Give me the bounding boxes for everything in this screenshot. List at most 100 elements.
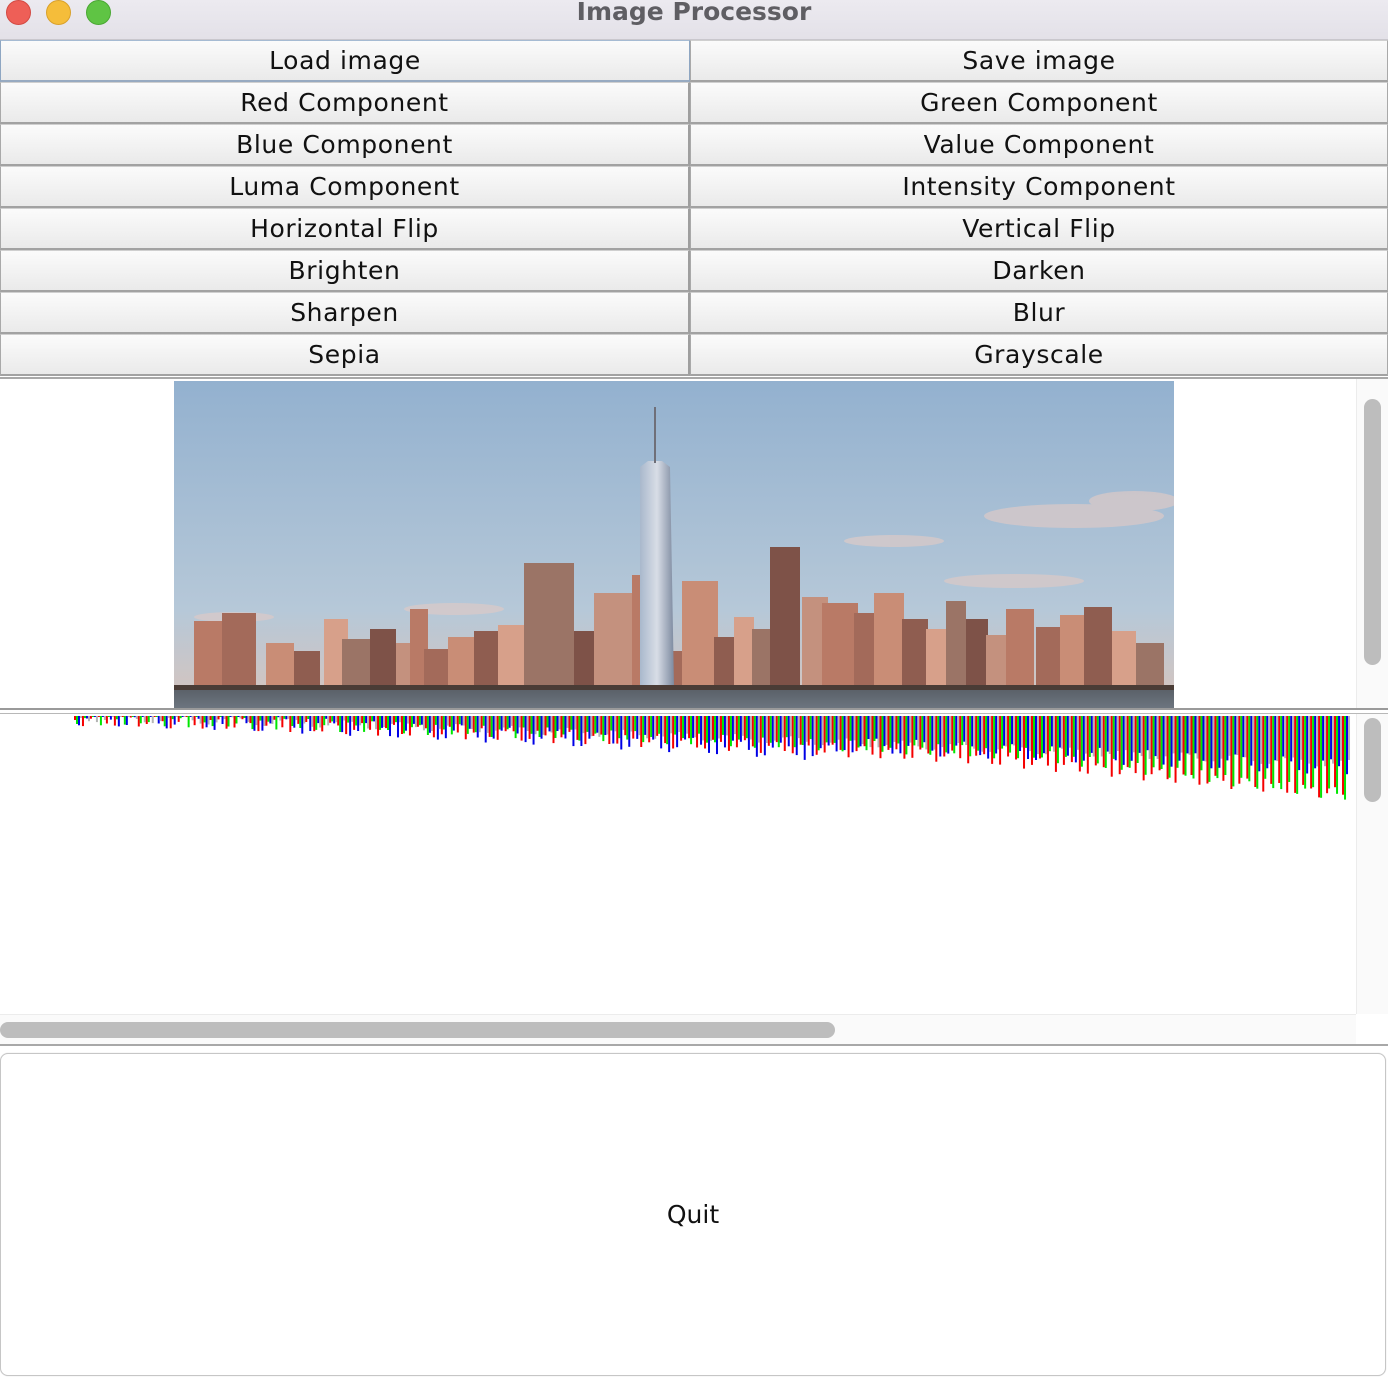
histogram-bar-blue: [365, 716, 368, 724]
histogram-bar-blue: [317, 716, 320, 724]
histogram-bar-blue: [1242, 716, 1245, 758]
sharpen-button[interactable]: Sharpen: [0, 292, 690, 334]
histogram-bar-blue: [684, 716, 687, 740]
histogram-bar-green: [817, 716, 820, 751]
histogram-bar-red: [1086, 716, 1089, 774]
histogram-bar-gray: [1036, 716, 1039, 755]
red-component-button[interactable]: Red Component: [0, 82, 690, 124]
histogram-bar-blue: [755, 716, 758, 757]
image-vertical-scrollbar[interactable]: [1356, 379, 1388, 710]
histogram-bar-red: [656, 716, 659, 736]
histogram-bar-green: [985, 716, 988, 749]
histogram-bar-blue: [468, 716, 471, 729]
histogram-bar-red: [1262, 716, 1265, 792]
histogram-bar-gray: [295, 716, 298, 721]
sepia-button[interactable]: Sepia: [0, 334, 690, 376]
histogram-bar-green: [1304, 716, 1307, 789]
operation-button-grid: Load image Save image Red Component Gree…: [0, 40, 1388, 376]
histogram-bar-green: [506, 716, 509, 730]
histogram-bar-green: [610, 716, 613, 731]
histogram-bar-red: [879, 716, 882, 759]
histogram-bar-red: [544, 716, 547, 736]
histogram-vertical-scrollbar[interactable]: [1356, 714, 1388, 1014]
histogram-bar-green: [482, 716, 485, 726]
histogram-bar-gray: [877, 716, 880, 748]
blue-component-button[interactable]: Blue Component: [0, 124, 690, 166]
histogram-bar-red: [209, 716, 212, 720]
histogram-bar-gray: [1252, 716, 1255, 762]
histogram-bar-gray: [95, 716, 98, 723]
histogram-bar-green: [1312, 716, 1315, 788]
histogram-bar-red: [1070, 716, 1073, 763]
histogram-bar-blue: [452, 716, 455, 731]
vertical-flip-button[interactable]: Vertical Flip: [690, 208, 1388, 250]
value-component-button[interactable]: Value Component: [690, 124, 1388, 166]
histogram-bar-gray: [797, 716, 800, 739]
histogram-bar-green: [410, 716, 413, 728]
histogram-bar-gray: [630, 716, 633, 732]
quit-button[interactable]: Quit: [0, 1053, 1386, 1376]
histogram-bar-green: [1072, 716, 1075, 757]
histogram-bar-gray: [279, 716, 282, 721]
histogram-bar-blue: [1011, 716, 1014, 745]
skyline-building: [946, 601, 966, 687]
histogram-bar-gray: [550, 716, 553, 733]
histogram-bar-red: [1126, 716, 1129, 768]
histogram-bar-green: [538, 716, 541, 737]
brighten-button[interactable]: Brighten: [0, 250, 690, 292]
histogram-bar-gray: [733, 716, 736, 735]
luma-component-button[interactable]: Luma Component: [0, 166, 690, 208]
histogram-bar-gray: [207, 716, 210, 725]
histogram-bar-green: [530, 716, 533, 734]
histogram-horizontal-scrollbar[interactable]: [0, 1014, 1356, 1044]
histogram-bar-green: [299, 716, 302, 728]
image-scroll-thumb[interactable]: [1364, 399, 1381, 665]
histogram-bar-red: [871, 716, 874, 755]
histogram-bar-gray: [622, 716, 625, 730]
histogram-bar-gray: [789, 716, 792, 737]
histogram-bar-blue: [1306, 716, 1309, 774]
skyline-building: [222, 613, 256, 687]
histogram-bar-red: [767, 716, 770, 746]
histogram-bar-red: [1230, 716, 1233, 789]
histogram-bar-gray: [1076, 716, 1079, 750]
histogram-bar-green: [801, 716, 804, 745]
histogram-bar-green: [387, 716, 390, 730]
histogram-bar-green: [490, 716, 493, 737]
horizontal-flip-button[interactable]: Horizontal Flip: [0, 208, 690, 250]
histogram-bar-blue: [1122, 716, 1125, 765]
histogram-hscroll-thumb[interactable]: [0, 1022, 835, 1038]
darken-button[interactable]: Darken: [690, 250, 1388, 292]
histogram-bar-gray: [1092, 716, 1095, 757]
histogram-bar-red: [903, 716, 906, 759]
green-component-button[interactable]: Green Component: [690, 82, 1388, 124]
histogram-bar-gray: [1044, 716, 1047, 755]
save-image-button[interactable]: Save image: [690, 40, 1388, 82]
histogram-bar-gray: [917, 716, 920, 747]
histogram-bar-gray: [119, 716, 122, 717]
histogram-bar-gray: [303, 716, 306, 724]
load-image-button[interactable]: Load image: [0, 40, 690, 82]
grayscale-button[interactable]: Grayscale: [690, 334, 1388, 376]
histogram-bar-red: [217, 716, 220, 720]
blur-button[interactable]: Blur: [690, 292, 1388, 334]
histogram-bar-red: [576, 716, 579, 740]
intensity-component-button[interactable]: Intensity Component: [690, 166, 1388, 208]
histogram-bar-green: [115, 716, 118, 720]
histogram-bar-gray: [686, 716, 689, 734]
histogram-bar-blue: [875, 716, 878, 739]
histogram-bar-green: [131, 716, 134, 717]
histogram-bar-red: [592, 716, 595, 736]
histogram-bar-green: [961, 716, 964, 746]
histogram-bar-gray: [367, 716, 370, 729]
histogram-bar-green: [323, 716, 326, 726]
histogram-bar-gray: [1124, 716, 1127, 751]
histogram-bar-green: [187, 716, 190, 728]
histogram-vscroll-thumb[interactable]: [1364, 718, 1381, 802]
histogram-bar-blue: [1027, 716, 1030, 759]
histogram-bar-gray: [311, 716, 314, 727]
histogram-bar-blue: [492, 716, 495, 739]
histogram-bar-blue: [628, 716, 631, 747]
histogram-bar-green: [235, 716, 238, 724]
histogram-bar-gray: [678, 716, 681, 732]
